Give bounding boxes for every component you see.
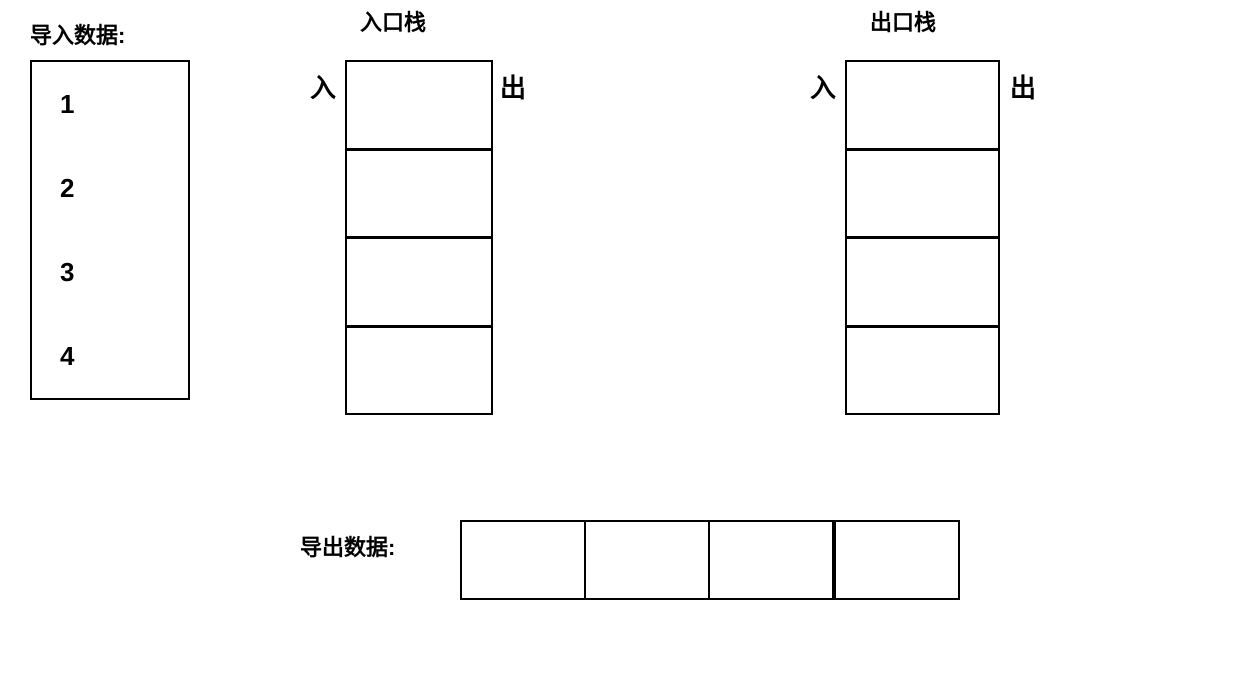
import-item-4: 4	[60, 341, 74, 372]
entry-stack-box	[345, 60, 493, 415]
exit-stack-out-label: 出	[1010, 68, 1036, 105]
import-item-2: 2	[60, 173, 74, 204]
import-item-1: 1	[60, 89, 74, 120]
entry-stack-label: 入口栈	[360, 5, 426, 37]
exit-stack-cell-4	[847, 328, 998, 414]
exit-stack-cell-1	[847, 62, 998, 151]
entry-stack-out-label: 出	[500, 68, 526, 105]
entry-stack-cell-1	[347, 62, 491, 151]
exit-stack-box	[845, 60, 1000, 415]
entry-stack-cell-4	[347, 328, 491, 414]
entry-stack-cell-3	[347, 239, 491, 328]
export-box	[460, 520, 960, 600]
import-box: 1 2 3 4	[30, 60, 190, 400]
import-item-3: 3	[60, 257, 74, 288]
exit-stack-cell-2	[847, 151, 998, 240]
exit-stack-label: 出口栈	[870, 5, 936, 37]
exit-stack-in-label: 入	[810, 68, 836, 105]
exit-stack-cell-3	[847, 239, 998, 328]
entry-stack-cell-2	[347, 151, 491, 240]
export-cell-4	[836, 522, 958, 598]
import-label: 导入数据:	[30, 18, 125, 50]
export-cell-3	[710, 522, 836, 598]
entry-stack-in-label: 入	[310, 68, 336, 105]
export-cell-2	[586, 522, 710, 598]
export-label: 导出数据:	[300, 530, 395, 562]
export-cell-1	[462, 522, 586, 598]
